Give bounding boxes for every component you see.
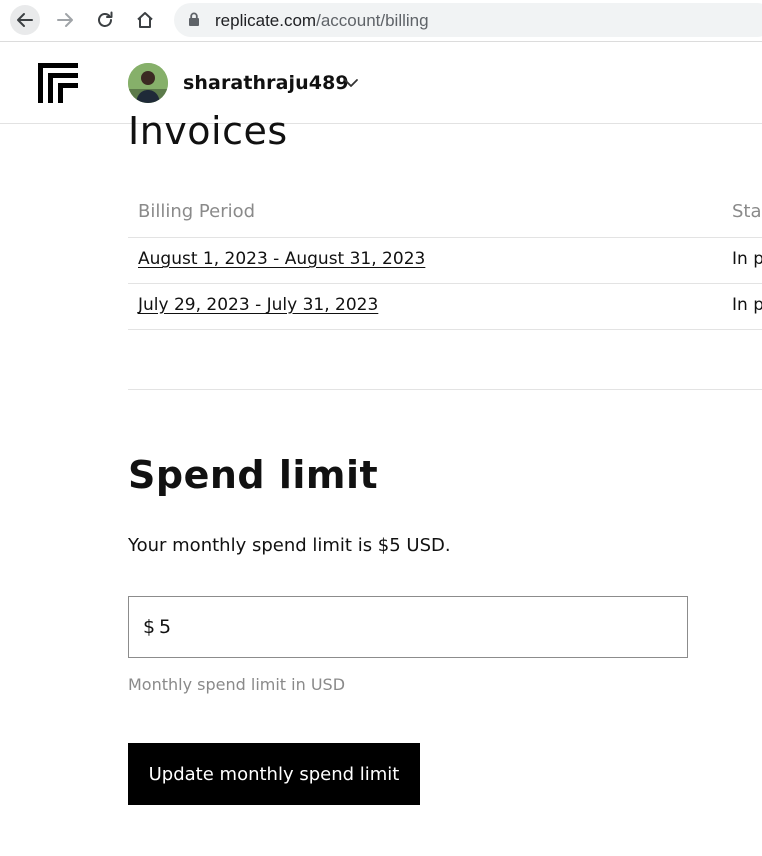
column-header-billing-period: Billing Period [138,201,256,222]
row-divider [128,329,762,330]
replicate-logo[interactable] [38,63,78,107]
currency-prefix: $ [143,616,156,638]
section-divider [128,389,762,390]
spend-limit-hint: Monthly spend limit in USD [128,675,346,694]
invoice-status: In p [732,295,762,315]
row-divider [128,283,762,284]
spend-limit-description: Your monthly spend limit is $5 USD. [128,535,451,556]
home-button[interactable] [130,5,160,35]
chevron-down-icon[interactable] [342,74,360,92]
replicate-logo-icon [38,63,78,103]
browser-toolbar: replicate.com/account/billing [0,0,762,42]
spend-limit-field[interactable]: $ [128,596,688,658]
address-bar[interactable]: replicate.com/account/billing [174,3,762,37]
back-button[interactable] [10,5,40,35]
invoice-status: In p [732,249,762,269]
arrow-right-icon [57,13,73,27]
lock-icon [189,12,199,26]
invoice-period-link[interactable]: August 1, 2023 - August 31, 2023 [138,249,425,269]
account-username[interactable]: sharathraju489 [183,72,349,94]
home-icon [137,12,153,28]
spend-limit-heading: Spend limit [128,453,379,497]
site-header: sharathraju489 [0,43,762,124]
update-spend-limit-button[interactable]: Update monthly spend limit [128,743,420,805]
spend-limit-input[interactable] [159,607,659,647]
avatar[interactable] [128,63,168,103]
column-header-status: Sta [732,201,762,222]
row-divider [128,237,762,238]
reload-button[interactable] [90,5,120,35]
user-photo-icon [128,63,168,103]
url-path: /account/billing [316,11,429,30]
forward-button[interactable] [50,5,80,35]
reload-icon [98,11,113,27]
invoices-heading: Invoices [128,109,288,153]
arrow-left-icon [17,13,33,27]
url-host: replicate.com [215,11,317,30]
invoice-period-link[interactable]: July 29, 2023 - July 31, 2023 [138,295,378,315]
url-text: replicate.com/account/billing [215,11,429,31]
